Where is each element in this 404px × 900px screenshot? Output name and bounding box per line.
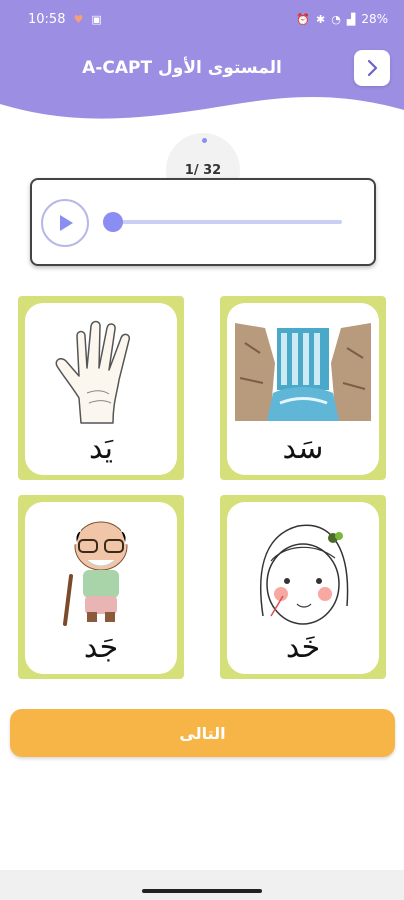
card-word: خَد xyxy=(285,630,321,665)
signal-icon: ▟ xyxy=(346,12,356,26)
audio-player xyxy=(30,178,376,266)
word-card[interactable]: سَد xyxy=(220,296,386,480)
home-gesture-handle[interactable] xyxy=(142,889,262,893)
play-icon xyxy=(60,215,73,231)
audio-seek-track[interactable] xyxy=(112,220,342,224)
card-word: جَد xyxy=(83,630,119,665)
play-button[interactable] xyxy=(41,199,89,247)
word-card-inner: جَد xyxy=(25,502,177,674)
audio-seek-thumb[interactable] xyxy=(103,212,123,232)
word-card[interactable]: يَد xyxy=(18,296,184,480)
counter-dot xyxy=(202,138,207,143)
system-navigation-bar xyxy=(0,870,404,900)
page-title: المستوى الأول A-CAPT xyxy=(82,58,282,78)
word-card-inner: سَد xyxy=(227,303,379,475)
word-card[interactable]: جَد xyxy=(18,495,184,679)
grandfather-image xyxy=(31,516,171,626)
image-icon: ▣ xyxy=(91,12,102,26)
counter-text: 1/ 32 xyxy=(184,162,222,178)
heart-icon: ♥ xyxy=(73,12,84,26)
dam-waterfall-image xyxy=(233,317,373,427)
battery-percent: 28% xyxy=(361,12,388,26)
wifi-icon: ◔ xyxy=(331,12,341,26)
title-row: المستوى الأول A-CAPT xyxy=(0,48,404,88)
status-bar: 10:58 ♥ ▣ ⏰ ✱ ◔ ▟ 28% xyxy=(0,0,404,38)
card-word: سَد xyxy=(282,431,324,466)
status-time: 10:58 xyxy=(28,11,66,27)
back-button[interactable] xyxy=(354,50,390,86)
hand-image xyxy=(31,317,171,427)
chevron-right-icon xyxy=(367,59,378,77)
word-card-inner: يَد xyxy=(25,303,177,475)
card-word: يَد xyxy=(88,431,114,466)
alarm-icon: ⏰ xyxy=(296,12,311,26)
word-card-inner: خَد xyxy=(227,502,379,674)
girl-face-image xyxy=(233,516,373,626)
bluetooth-icon: ✱ xyxy=(316,12,326,26)
word-card[interactable]: خَد xyxy=(220,495,386,679)
next-button[interactable]: التالى xyxy=(10,709,395,757)
